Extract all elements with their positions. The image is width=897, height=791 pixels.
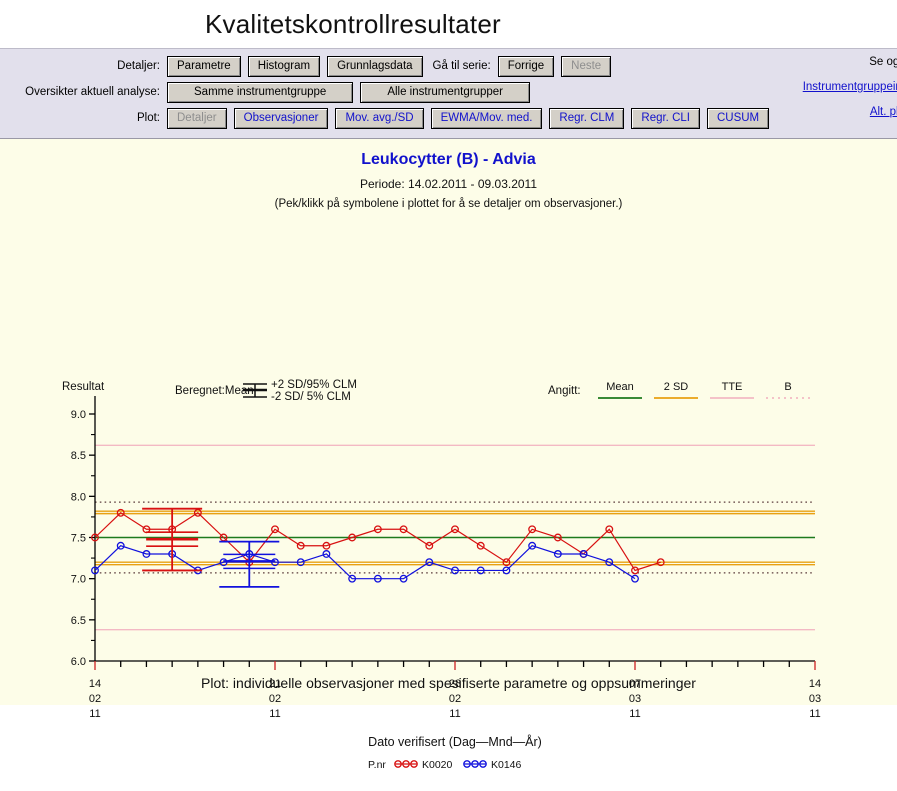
page-title: Kvalitetskontrollresultater <box>205 8 501 39</box>
x-tick-year: 11 <box>89 708 100 720</box>
y-tick-label: 9.0 <box>71 409 86 421</box>
x-tick-month: 02 <box>449 693 461 705</box>
data-point-K0146[interactable] <box>631 574 639 583</box>
y-tick-label: 8.0 <box>71 491 86 503</box>
toolbar-row-plot: Plot: Detaljer Observasjoner Mov. avg./S… <box>0 106 897 130</box>
specified-legend-item-label: B <box>784 381 791 393</box>
calculated-legend: Beregnet:Mean +2 SD/95% CLM-2 SD/ 5% CLM <box>175 379 357 403</box>
x-tick-month: 03 <box>809 693 821 705</box>
chart-hint: (Pek/klikk på symbolene i plottet for å … <box>274 198 623 210</box>
overviews-label: Oversikter aktuell analyse: <box>25 86 160 98</box>
chart-period: Periode: 14.02.2011 - 09.03.2011 <box>359 177 538 191</box>
plot-cusum-button[interactable]: CUSUM <box>706 107 770 129</box>
goto-series-label: Gå til serie: <box>432 60 491 72</box>
next-series-button: Neste <box>561 55 612 77</box>
x-tick-year: 11 <box>809 708 820 720</box>
plot-observasjoner-button[interactable]: Observasjoner <box>233 107 329 129</box>
chart-header: Leukocytter (B) - Advia Periode: 14.02.2… <box>0 139 897 210</box>
plot-area[interactable]: 6.0 6.5 7.0 7.5 8.0 8.5 9.0 Resultat 14 02 11 21 02 1… <box>0 371 897 791</box>
x-tick-year: 11 <box>629 708 640 720</box>
y-tick-label: 8.5 <box>71 450 86 462</box>
x-tick-month: 03 <box>629 693 641 705</box>
specified-legend-item-label: 2 SD <box>664 381 689 393</box>
footer-note: Plot: individuelle observasjoner med spe… <box>201 675 696 691</box>
chart-panel: Leukocytter (B) - Advia Periode: 14.02.2… <box>0 139 897 771</box>
instrument-group-info-link[interactable]: Instrumentgruppeinf <box>803 81 897 93</box>
y-tick-label: 6.5 <box>71 615 86 627</box>
specified-legend-item-label: TTE <box>722 381 743 393</box>
alt-plot-link-text[interactable]: Alt. plo <box>870 106 897 118</box>
pnr-legend-code: K0020 <box>422 759 453 771</box>
plot-regr-cli-button[interactable]: Regr. CLI <box>631 107 700 129</box>
details-label: Detaljer: <box>117 60 160 72</box>
y-tick-label: 7.0 <box>71 574 86 586</box>
see-also-label: Se ogs <box>869 56 897 68</box>
plot-regr-clm-button[interactable]: Regr. CLM <box>549 107 625 129</box>
calc-legend-lower-label: -2 SD/ 5% CLM <box>271 391 351 403</box>
specified-legend: Angitt: Mean 2 SD TTE B <box>548 381 810 399</box>
y-axis-label: Resultat <box>62 381 105 393</box>
chart-title: Leukocytter (B) - Advia <box>361 151 536 168</box>
pnr-legend-label: P.nr <box>368 759 386 771</box>
all-instrument-groups-button[interactable]: Alle instrumentgrupper <box>360 81 531 103</box>
toolbar: Detaljer: Parametre Histogram Grunnlagsd… <box>0 48 897 139</box>
pnr-legend: P.nr K0020 K0146 <box>368 759 522 771</box>
specified-legend-item-label: Mean <box>606 381 634 393</box>
grunnlagsdata-button[interactable]: Grunnlagsdata <box>327 55 423 77</box>
alt-plot-link[interactable]: Alt. plo <box>870 106 897 118</box>
pnr-legend-code: K0146 <box>491 759 522 771</box>
plot-detaljer-button: Detaljer <box>167 107 227 129</box>
summary-glyph-K0020 <box>142 507 203 572</box>
x-tick-year: 11 <box>269 708 280 720</box>
specified-legend-label: Angitt: <box>548 385 581 397</box>
y-tick-label: 7.5 <box>71 533 86 545</box>
calculated-legend-label: Beregnet:Mean <box>175 385 254 397</box>
y-tick-label: 6.0 <box>71 656 86 668</box>
x-axis-label: Dato verifisert (Dag—Mnd—År) <box>368 734 542 749</box>
instrument-group-info-link-text[interactable]: Instrumentgruppeinf <box>803 81 897 93</box>
app-header: Kvalitetskontrollresultater <box>0 0 897 48</box>
x-tick-year: 11 <box>449 708 460 720</box>
parametre-button[interactable]: Parametre <box>167 55 241 77</box>
x-tick-month: 02 <box>89 693 101 705</box>
plot-ewma-mov-med-button[interactable]: EWMA/Mov. med. <box>430 107 543 129</box>
toolbar-row-overviews: Oversikter aktuell analyse: Samme instru… <box>0 80 897 104</box>
plot-label: Plot: <box>136 112 160 124</box>
calc-legend-upper-label: +2 SD/95% CLM <box>271 379 357 391</box>
toolbar-links: Se ogs Instrumentgruppeinf Alt. plo <box>767 49 897 138</box>
toolbar-row-details: Detaljer: Parametre Histogram Grunnlagsd… <box>0 54 897 78</box>
same-instrument-group-button[interactable]: Samme instrumentgruppe <box>167 81 354 103</box>
plot-mov-avg-sd-button[interactable]: Mov. avg./SD <box>335 107 424 129</box>
qc-control-chart[interactable]: 6.06.57.07.58.08.59.0Resultat14021121021… <box>0 371 897 791</box>
histogram-button[interactable]: Histogram <box>247 55 321 77</box>
x-tick-month: 02 <box>269 693 281 705</box>
prev-series-button[interactable]: Forrige <box>497 55 555 77</box>
